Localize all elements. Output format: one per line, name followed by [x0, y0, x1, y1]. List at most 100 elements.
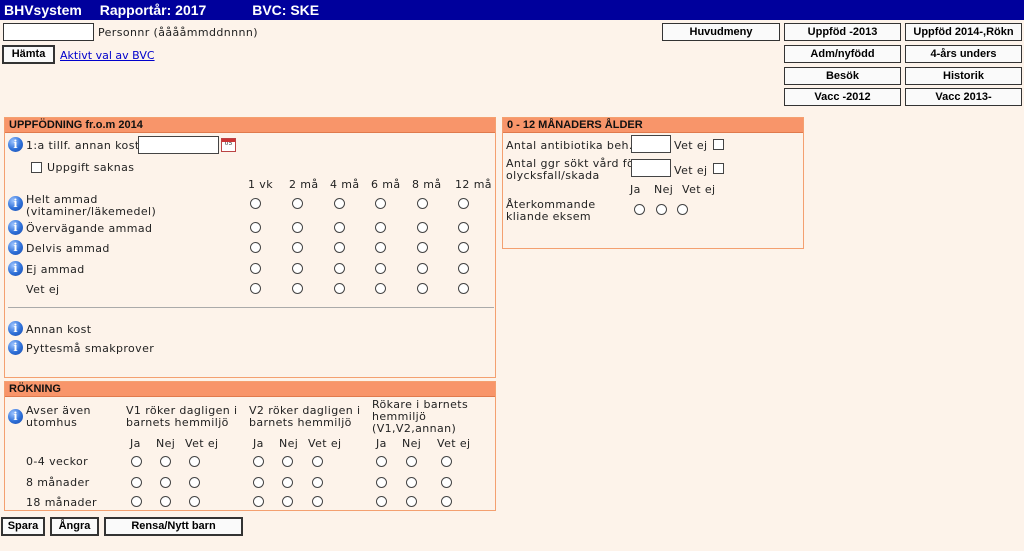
- feeding-radio[interactable]: [334, 242, 345, 253]
- row-label: Övervägande ammad: [26, 222, 153, 235]
- no-info-checkbox[interactable]: [31, 162, 42, 173]
- smoking-radio[interactable]: [376, 496, 387, 507]
- uppfod-2013-button[interactable]: Uppföd -2013: [784, 23, 901, 41]
- injury-input[interactable]: [631, 159, 671, 177]
- feeding-radio[interactable]: [375, 263, 386, 274]
- antibiotics-input[interactable]: [631, 135, 671, 153]
- smoking-radio[interactable]: [312, 496, 323, 507]
- active-bvc-link[interactable]: Aktivt val av BVC: [60, 49, 155, 62]
- feeding-radio[interactable]: [292, 222, 303, 233]
- v1-label-2: barnets hemmiljö: [126, 416, 229, 429]
- feeding-radio[interactable]: [334, 222, 345, 233]
- info-icon[interactable]: i: [8, 261, 23, 276]
- info-icon[interactable]: i: [8, 137, 23, 152]
- feeding-radio[interactable]: [250, 263, 261, 274]
- smoking-radio[interactable]: [131, 456, 142, 467]
- smoking-radio[interactable]: [253, 496, 264, 507]
- smoking-radio[interactable]: [282, 477, 293, 488]
- smoking-radio[interactable]: [441, 477, 452, 488]
- feeding-radio[interactable]: [458, 263, 469, 274]
- feeding-radio[interactable]: [417, 263, 428, 274]
- calendar-icon[interactable]: 05: [221, 138, 236, 152]
- feeding-radio[interactable]: [375, 222, 386, 233]
- smoking-radio[interactable]: [282, 456, 293, 467]
- feeding-radio[interactable]: [417, 198, 428, 209]
- info-icon[interactable]: i: [8, 196, 23, 211]
- eczema-unknown-radio[interactable]: [677, 204, 688, 215]
- feeding-radio[interactable]: [458, 242, 469, 253]
- feeding-radio[interactable]: [292, 283, 303, 294]
- feeding-radio[interactable]: [292, 198, 303, 209]
- vacc-2013-button[interactable]: Vacc 2013-: [905, 88, 1022, 106]
- vacc-2012-button[interactable]: Vacc -2012: [784, 88, 901, 106]
- feeding-radio[interactable]: [334, 283, 345, 294]
- yes-header: Ja: [376, 437, 387, 450]
- antibiotics-unknown-checkbox[interactable]: [713, 139, 724, 150]
- smoking-radio[interactable]: [189, 496, 200, 507]
- feeding-radio[interactable]: [417, 242, 428, 253]
- feeding-radio[interactable]: [375, 242, 386, 253]
- save-button[interactable]: Spara: [1, 517, 45, 536]
- feeding-radio[interactable]: [458, 198, 469, 209]
- eczema-no-radio[interactable]: [656, 204, 667, 215]
- info-icon[interactable]: i: [8, 240, 23, 255]
- smoking-radio[interactable]: [406, 477, 417, 488]
- smoking-radio[interactable]: [189, 477, 200, 488]
- info-icon[interactable]: i: [8, 409, 23, 424]
- feeding-radio[interactable]: [250, 198, 261, 209]
- uppfod-2014-button[interactable]: Uppföd 2014-,Rökn: [905, 23, 1022, 41]
- smoking-radio[interactable]: [282, 496, 293, 507]
- smoking-radio[interactable]: [406, 456, 417, 467]
- first-other-food-input[interactable]: [138, 136, 219, 154]
- smoking-radio[interactable]: [312, 477, 323, 488]
- smoking-radio[interactable]: [131, 496, 142, 507]
- feeding-radio[interactable]: [417, 283, 428, 294]
- besok-button[interactable]: Besök: [784, 67, 901, 85]
- smoking-radio[interactable]: [189, 456, 200, 467]
- personnr-input[interactable]: [3, 23, 94, 41]
- injury-unknown-checkbox[interactable]: [713, 163, 724, 174]
- info-icon[interactable]: i: [8, 321, 23, 336]
- info-icon[interactable]: i: [8, 220, 23, 235]
- feeding-radio[interactable]: [250, 242, 261, 253]
- no-header: Nej: [279, 437, 299, 450]
- feeding-radio[interactable]: [375, 283, 386, 294]
- smoking-radio[interactable]: [376, 456, 387, 467]
- smoking-radio[interactable]: [441, 496, 452, 507]
- no-header: Nej: [156, 437, 176, 450]
- undo-button[interactable]: Ångra: [50, 517, 99, 536]
- feeding-radio[interactable]: [292, 263, 303, 274]
- feeding-radio[interactable]: [334, 263, 345, 274]
- info-icon[interactable]: i: [8, 340, 23, 355]
- eczema-yes-radio[interactable]: [634, 204, 645, 215]
- feeding-radio[interactable]: [292, 242, 303, 253]
- smoking-radio[interactable]: [160, 496, 171, 507]
- adm-nyfodd-button[interactable]: Adm/nyfödd: [784, 45, 901, 63]
- smoking-radio[interactable]: [312, 456, 323, 467]
- bvc-label: BVC: SKE: [252, 2, 320, 18]
- unknown-header: Vet ej: [437, 437, 471, 450]
- feeding-radio[interactable]: [334, 198, 345, 209]
- feeding-radio[interactable]: [417, 222, 428, 233]
- yes-header: Ja: [630, 183, 641, 196]
- personnr-label: Personnr (ååååmmddnnnn): [98, 26, 258, 39]
- smoking-radio[interactable]: [376, 477, 387, 488]
- feeding-radio[interactable]: [375, 198, 386, 209]
- fyraars-button[interactable]: 4-års unders: [905, 45, 1022, 63]
- feeding-radio[interactable]: [458, 222, 469, 233]
- historik-button[interactable]: Historik: [905, 67, 1022, 85]
- smoking-radio[interactable]: [441, 456, 452, 467]
- infancy-title: 0 - 12 MÅNADERS ÅLDER: [503, 118, 803, 133]
- smoking-radio[interactable]: [253, 477, 264, 488]
- smoking-radio[interactable]: [160, 456, 171, 467]
- feeding-radio[interactable]: [250, 222, 261, 233]
- feeding-radio[interactable]: [250, 283, 261, 294]
- smoking-radio[interactable]: [253, 456, 264, 467]
- feeding-radio[interactable]: [458, 283, 469, 294]
- smoking-radio[interactable]: [406, 496, 417, 507]
- smoking-radio[interactable]: [160, 477, 171, 488]
- clear-new-child-button[interactable]: Rensa/Nytt barn: [104, 517, 243, 536]
- fetch-button[interactable]: Hämta: [2, 45, 55, 64]
- huvudmeny-button[interactable]: Huvudmeny: [662, 23, 780, 41]
- smoking-radio[interactable]: [131, 477, 142, 488]
